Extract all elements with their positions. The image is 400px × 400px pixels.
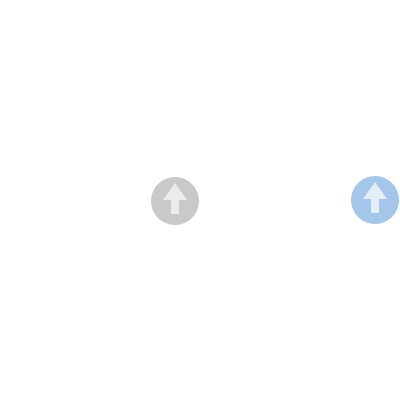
canvas [0, 0, 400, 400]
arrow-up-icon [151, 177, 199, 225]
upvote-button-active[interactable] [351, 176, 399, 224]
arrow-up-icon [351, 176, 399, 224]
upvote-button-default[interactable] [151, 177, 199, 225]
